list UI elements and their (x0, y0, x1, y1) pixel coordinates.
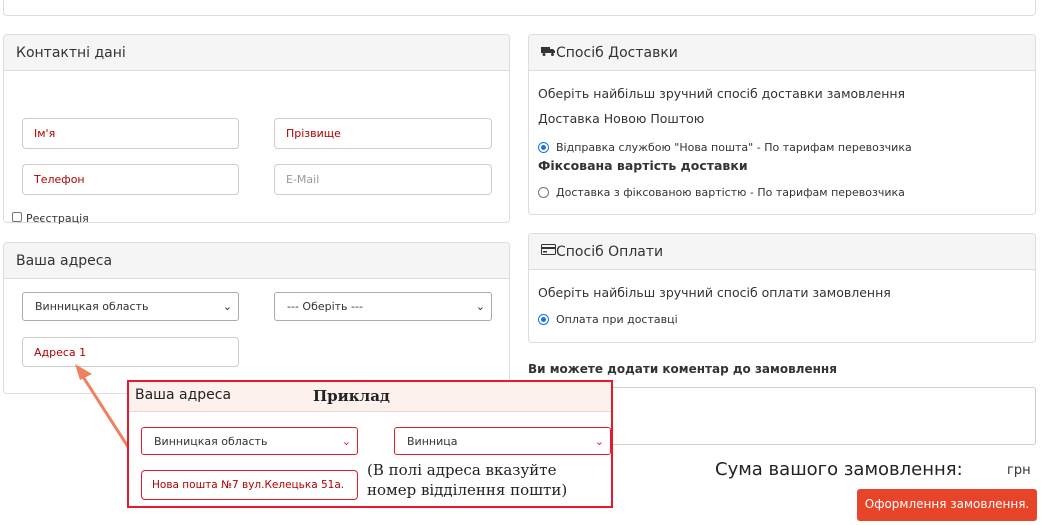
phone-input[interactable]: Телефон (22, 164, 239, 195)
first-name-input[interactable]: Ім'я (22, 118, 239, 149)
example-heading: Приклад (313, 387, 390, 405)
submit-order-button[interactable]: Оформлення замовлення. (857, 489, 1037, 521)
order-currency: грн (1007, 463, 1031, 478)
truck-icon (541, 34, 556, 70)
example-region-select: Винницкая область ⌄ (141, 427, 358, 455)
chevron-down-icon: ⌄ (475, 300, 485, 313)
example-region-value: Винницкая область (154, 435, 268, 448)
delivery-panel: Спосіб Доставки Оберіть найбільш зручний… (528, 34, 1036, 215)
region-select[interactable]: Винницкая область ⌄ (22, 292, 239, 321)
address-title: Ваша адреса (4, 243, 509, 279)
example-address-input: Нова пошта №7 вул.Келецька 51а. (141, 470, 358, 500)
contacts-title: Контактні дані (4, 35, 509, 71)
payment-panel: Спосіб Оплати Оберіть найбільш зручний с… (528, 233, 1036, 343)
delivery-group1-title: Доставка Новою Поштою (538, 111, 705, 126)
register-checkbox[interactable] (12, 212, 22, 222)
last-name-input[interactable]: Прізвище (274, 118, 492, 149)
payment-title: Спосіб Оплати (556, 244, 664, 260)
region-select-value: Винницкая область (35, 300, 149, 313)
example-title: Ваша адреса (135, 387, 232, 403)
example-note: (В полі адреса вказуйте номер відділення… (367, 461, 568, 499)
chevron-down-icon: ⌄ (222, 300, 232, 313)
order-total-label: Сума вашого замовлення: (715, 459, 963, 480)
example-city-value: Винница (407, 435, 458, 448)
delivery-title: Спосіб Доставки (556, 45, 678, 61)
contacts-panel: Контактні дані Ім'я Прізвище Телефон E-M… (3, 34, 510, 225)
example-header: Ваша адреса Приклад (129, 382, 611, 412)
chevron-down-icon: ⌄ (594, 435, 604, 448)
delivery-hint: Оберіть найбільш зручний спосіб доставки… (538, 86, 906, 101)
payment-option1-radio[interactable] (538, 314, 549, 325)
city-select-value: --- Оберіть --- (287, 300, 363, 313)
city-select[interactable]: --- Оберіть --- ⌄ (274, 292, 492, 321)
example-box: Ваша адреса Приклад Винницкая область ⌄ … (127, 380, 613, 508)
top-panel (3, 0, 1036, 16)
comment-label: Ви можете додати коментар до замовлення (528, 362, 837, 376)
delivery-title-row: Спосіб Доставки (529, 35, 1035, 71)
delivery-option1-radio[interactable] (538, 142, 549, 153)
address-input[interactable]: Адреса 1 (22, 337, 239, 367)
credit-card-icon (541, 233, 556, 269)
delivery-option2-label: Доставка з фіксованою вартістю - По тари… (556, 186, 905, 199)
chevron-down-icon: ⌄ (341, 435, 351, 448)
example-city-select: Винница ⌄ (394, 427, 611, 455)
payment-title-row: Спосіб Оплати (529, 234, 1035, 270)
delivery-option1-label: Відправка службою "Нова пошта" - По тари… (556, 141, 912, 154)
payment-hint: Оберіть найбільш зручний спосіб оплати з… (538, 285, 891, 300)
delivery-group2-title: Фіксована вартість доставки (538, 158, 748, 173)
delivery-option2-radio[interactable] (538, 187, 549, 198)
email-input[interactable]: E-Mail (274, 164, 492, 195)
payment-option1-label: Оплата при доставці (556, 313, 678, 326)
register-label: Реєстрація (26, 212, 89, 225)
address-panel: Ваша адреса Винницкая область ⌄ --- Обер… (3, 242, 510, 394)
